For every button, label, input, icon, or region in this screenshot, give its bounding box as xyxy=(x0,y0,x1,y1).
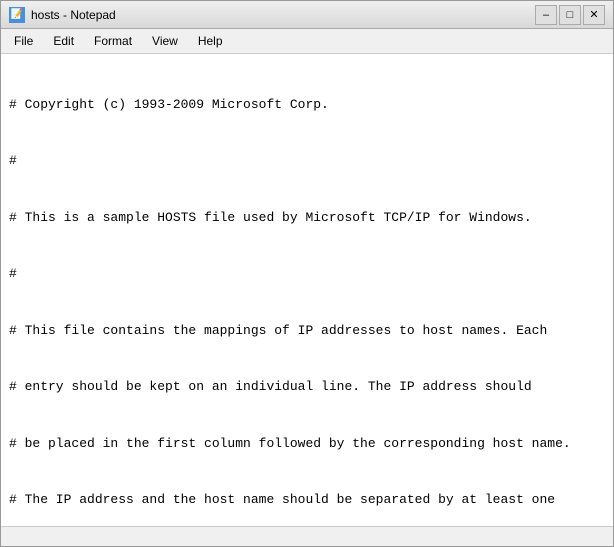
menu-item-file[interactable]: File xyxy=(5,31,42,51)
title-bar-left: 📝 hosts - Notepad xyxy=(9,7,116,23)
close-button[interactable]: ✕ xyxy=(583,5,605,25)
line-1: # Copyright (c) 1993-2009 Microsoft Corp… xyxy=(9,96,605,115)
title-bar: 📝 hosts - Notepad – □ ✕ xyxy=(1,1,613,29)
line-8: # The IP address and the host name shoul… xyxy=(9,491,605,510)
menu-item-help[interactable]: Help xyxy=(189,31,232,51)
minimize-button[interactable]: – xyxy=(535,5,557,25)
status-bar xyxy=(1,526,613,546)
menu-bar: FileEditFormatViewHelp xyxy=(1,29,613,54)
line-5: # This file contains the mappings of IP … xyxy=(9,322,605,341)
menu-item-view[interactable]: View xyxy=(143,31,187,51)
line-3: # This is a sample HOSTS file used by Mi… xyxy=(9,209,605,228)
window-title: hosts - Notepad xyxy=(31,8,116,22)
text-content: # Copyright (c) 1993-2009 Microsoft Corp… xyxy=(9,58,605,526)
window-controls: – □ ✕ xyxy=(535,5,605,25)
line-2: # xyxy=(9,152,605,171)
line-6: # entry should be kept on an individual … xyxy=(9,378,605,397)
line-7: # be placed in the first column followed… xyxy=(9,435,605,454)
line-4: # xyxy=(9,265,605,284)
notepad-window: 📝 hosts - Notepad – □ ✕ FileEditFormatVi… xyxy=(0,0,614,547)
editor-area[interactable]: # Copyright (c) 1993-2009 Microsoft Corp… xyxy=(1,54,613,526)
menu-item-edit[interactable]: Edit xyxy=(44,31,83,51)
menu-item-format[interactable]: Format xyxy=(85,31,141,51)
maximize-button[interactable]: □ xyxy=(559,5,581,25)
app-icon: 📝 xyxy=(9,7,25,23)
